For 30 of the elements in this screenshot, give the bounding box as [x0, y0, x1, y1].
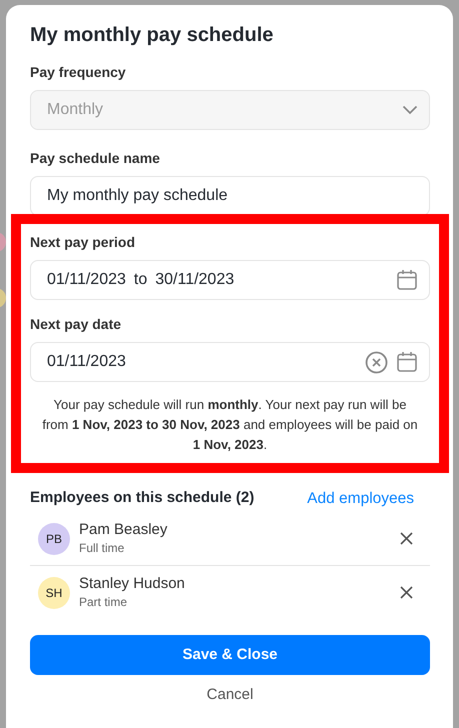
date-value: 01/11/2023 — [47, 271, 126, 288]
save-close-button[interactable]: Save & Close — [30, 635, 430, 676]
range-separator: to — [134, 271, 148, 288]
chevron-down-icon — [402, 105, 418, 115]
employee-name: Stanley Hudson — [79, 574, 186, 594]
avatar: SH — [38, 576, 70, 609]
date-range-field[interactable]: 01/11/2023 to 30/11/2023 — [30, 260, 430, 300]
section-heading: Employees on this schedule (2) — [30, 488, 254, 508]
cancel-button[interactable]: Cancel — [200, 683, 260, 708]
employment-type: Full time — [79, 540, 126, 558]
field-label: Next pay date — [30, 315, 122, 334]
field-label: Next pay period — [30, 233, 136, 252]
dropdown: Monthly — [30, 90, 430, 130]
date-value: 30/11/2023 — [155, 271, 234, 288]
dialog-title: My monthly pay schedule — [30, 23, 274, 47]
employment-type: Part time — [79, 594, 128, 612]
add-employees-link[interactable]: Add employees — [307, 487, 414, 510]
field-label: Pay schedule name — [30, 149, 160, 168]
summary-text: Your pay schedule will run monthly. Your next pay run will be from 1 Nov, 2023 to 30 Nov, 2023 and employees will be paid on 1 Nov, 2023. — [42, 396, 418, 454]
text-field[interactable]: My monthly pay schedule — [30, 176, 430, 216]
calendar-icon[interactable] — [396, 269, 418, 291]
date-field[interactable]: 01/11/2023 — [30, 342, 430, 382]
remove-button[interactable] — [399, 585, 414, 600]
remove-button[interactable] — [399, 531, 414, 546]
date-value: 01/11/2023 — [47, 352, 127, 372]
field-label: Pay frequency — [30, 63, 126, 82]
calendar-icon[interactable] — [396, 351, 418, 373]
clear-icon[interactable] — [365, 350, 388, 374]
avatar: PB — [38, 522, 70, 555]
employee-name: Pam Beasley — [79, 520, 168, 540]
